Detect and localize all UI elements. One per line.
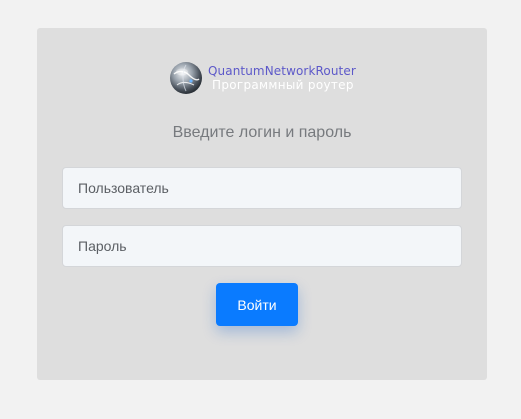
brand-text: QuantumNetworkRouter Программный роутер (208, 64, 356, 92)
brand-name: QuantumNetworkRouter (208, 64, 356, 78)
login-button[interactable]: Войти (216, 283, 298, 326)
globe-logo-icon (169, 61, 203, 95)
brand-subtitle: Программный роутер (212, 78, 354, 92)
username-input[interactable] (62, 167, 462, 209)
brand: QuantumNetworkRouter Программный роутер (169, 61, 356, 97)
login-prompt: Введите логин и пароль (172, 124, 352, 141)
login-card: QuantumNetworkRouter Программный роутер … (37, 28, 487, 380)
login-page: QuantumNetworkRouter Программный роутер … (0, 0, 521, 419)
password-input[interactable] (62, 225, 462, 267)
